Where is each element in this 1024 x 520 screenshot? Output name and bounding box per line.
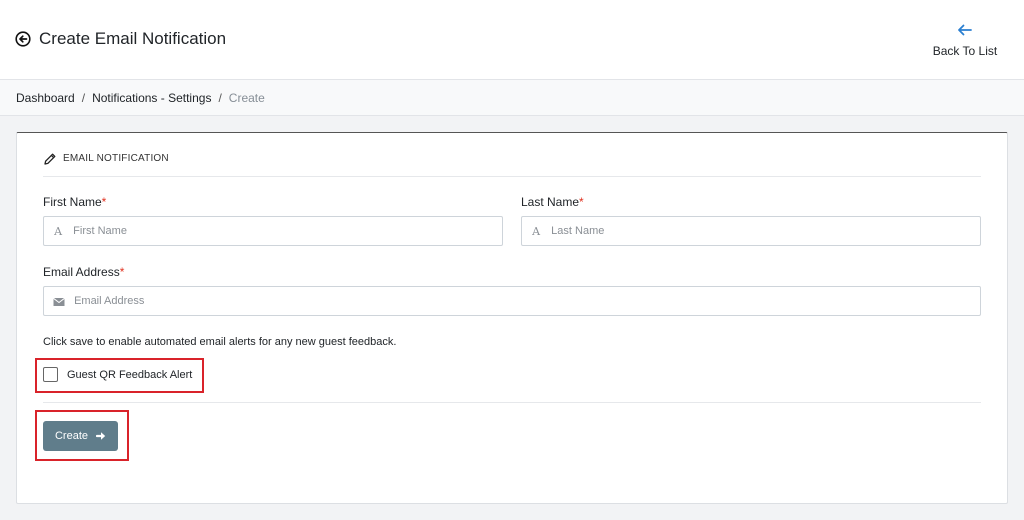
text-icon: A — [532, 224, 541, 238]
breadcrumb-separator: / — [218, 90, 222, 105]
page-header: Create Email Notification Back To List — [0, 0, 1024, 80]
back-to-list-button[interactable]: Back To List — [930, 22, 1000, 58]
breadcrumb-create: Create — [228, 90, 265, 105]
last-name-label: Last Name* — [521, 195, 584, 209]
arrow-right-icon — [96, 432, 106, 440]
hint-text: Click save to enable automated email ale… — [43, 336, 397, 348]
divider — [43, 402, 981, 403]
pencil-icon — [44, 153, 56, 165]
envelope-icon — [44, 295, 73, 308]
guest-qr-feedback-alert-option[interactable]: Guest QR Feedback Alert — [43, 367, 192, 382]
breadcrumb-notifications-settings[interactable]: Notifications - Settings — [92, 91, 211, 105]
breadcrumb-dashboard[interactable]: Dashboard — [16, 91, 75, 105]
first-name-field[interactable]: A — [43, 216, 503, 246]
required-marker: * — [579, 195, 584, 209]
back-to-list-label: Back To List — [932, 44, 998, 58]
required-marker: * — [119, 265, 125, 279]
text-icon: A — [54, 224, 63, 238]
first-name-label: First Name* — [43, 195, 107, 209]
card-header: EMAIL NOTIFICATION — [43, 151, 981, 177]
create-button-label: Create — [54, 430, 89, 442]
first-name-input[interactable] — [72, 217, 502, 245]
last-name-input[interactable] — [550, 217, 980, 245]
card-title: EMAIL NOTIFICATION — [63, 153, 169, 164]
email-address-field[interactable] — [43, 286, 981, 316]
required-marker: * — [101, 195, 107, 209]
email-notification-card: EMAIL NOTIFICATION First Name* A Last Na… — [16, 132, 1008, 504]
arrow-left-icon — [958, 24, 972, 36]
last-name-field[interactable]: A — [521, 216, 981, 246]
create-button[interactable]: Create — [43, 421, 118, 451]
back-circle-icon[interactable] — [15, 31, 31, 47]
guest-qr-feedback-alert-checkbox[interactable] — [43, 367, 58, 382]
page-title: Create Email Notification — [39, 29, 227, 48]
email-address-input[interactable] — [73, 287, 980, 315]
breadcrumb: Dashboard / Notifications - Settings / C… — [0, 80, 1024, 116]
breadcrumb-separator: / — [81, 90, 86, 105]
email-address-label: Email Address* — [43, 265, 125, 279]
guest-qr-feedback-alert-label: Guest QR Feedback Alert — [67, 368, 193, 381]
